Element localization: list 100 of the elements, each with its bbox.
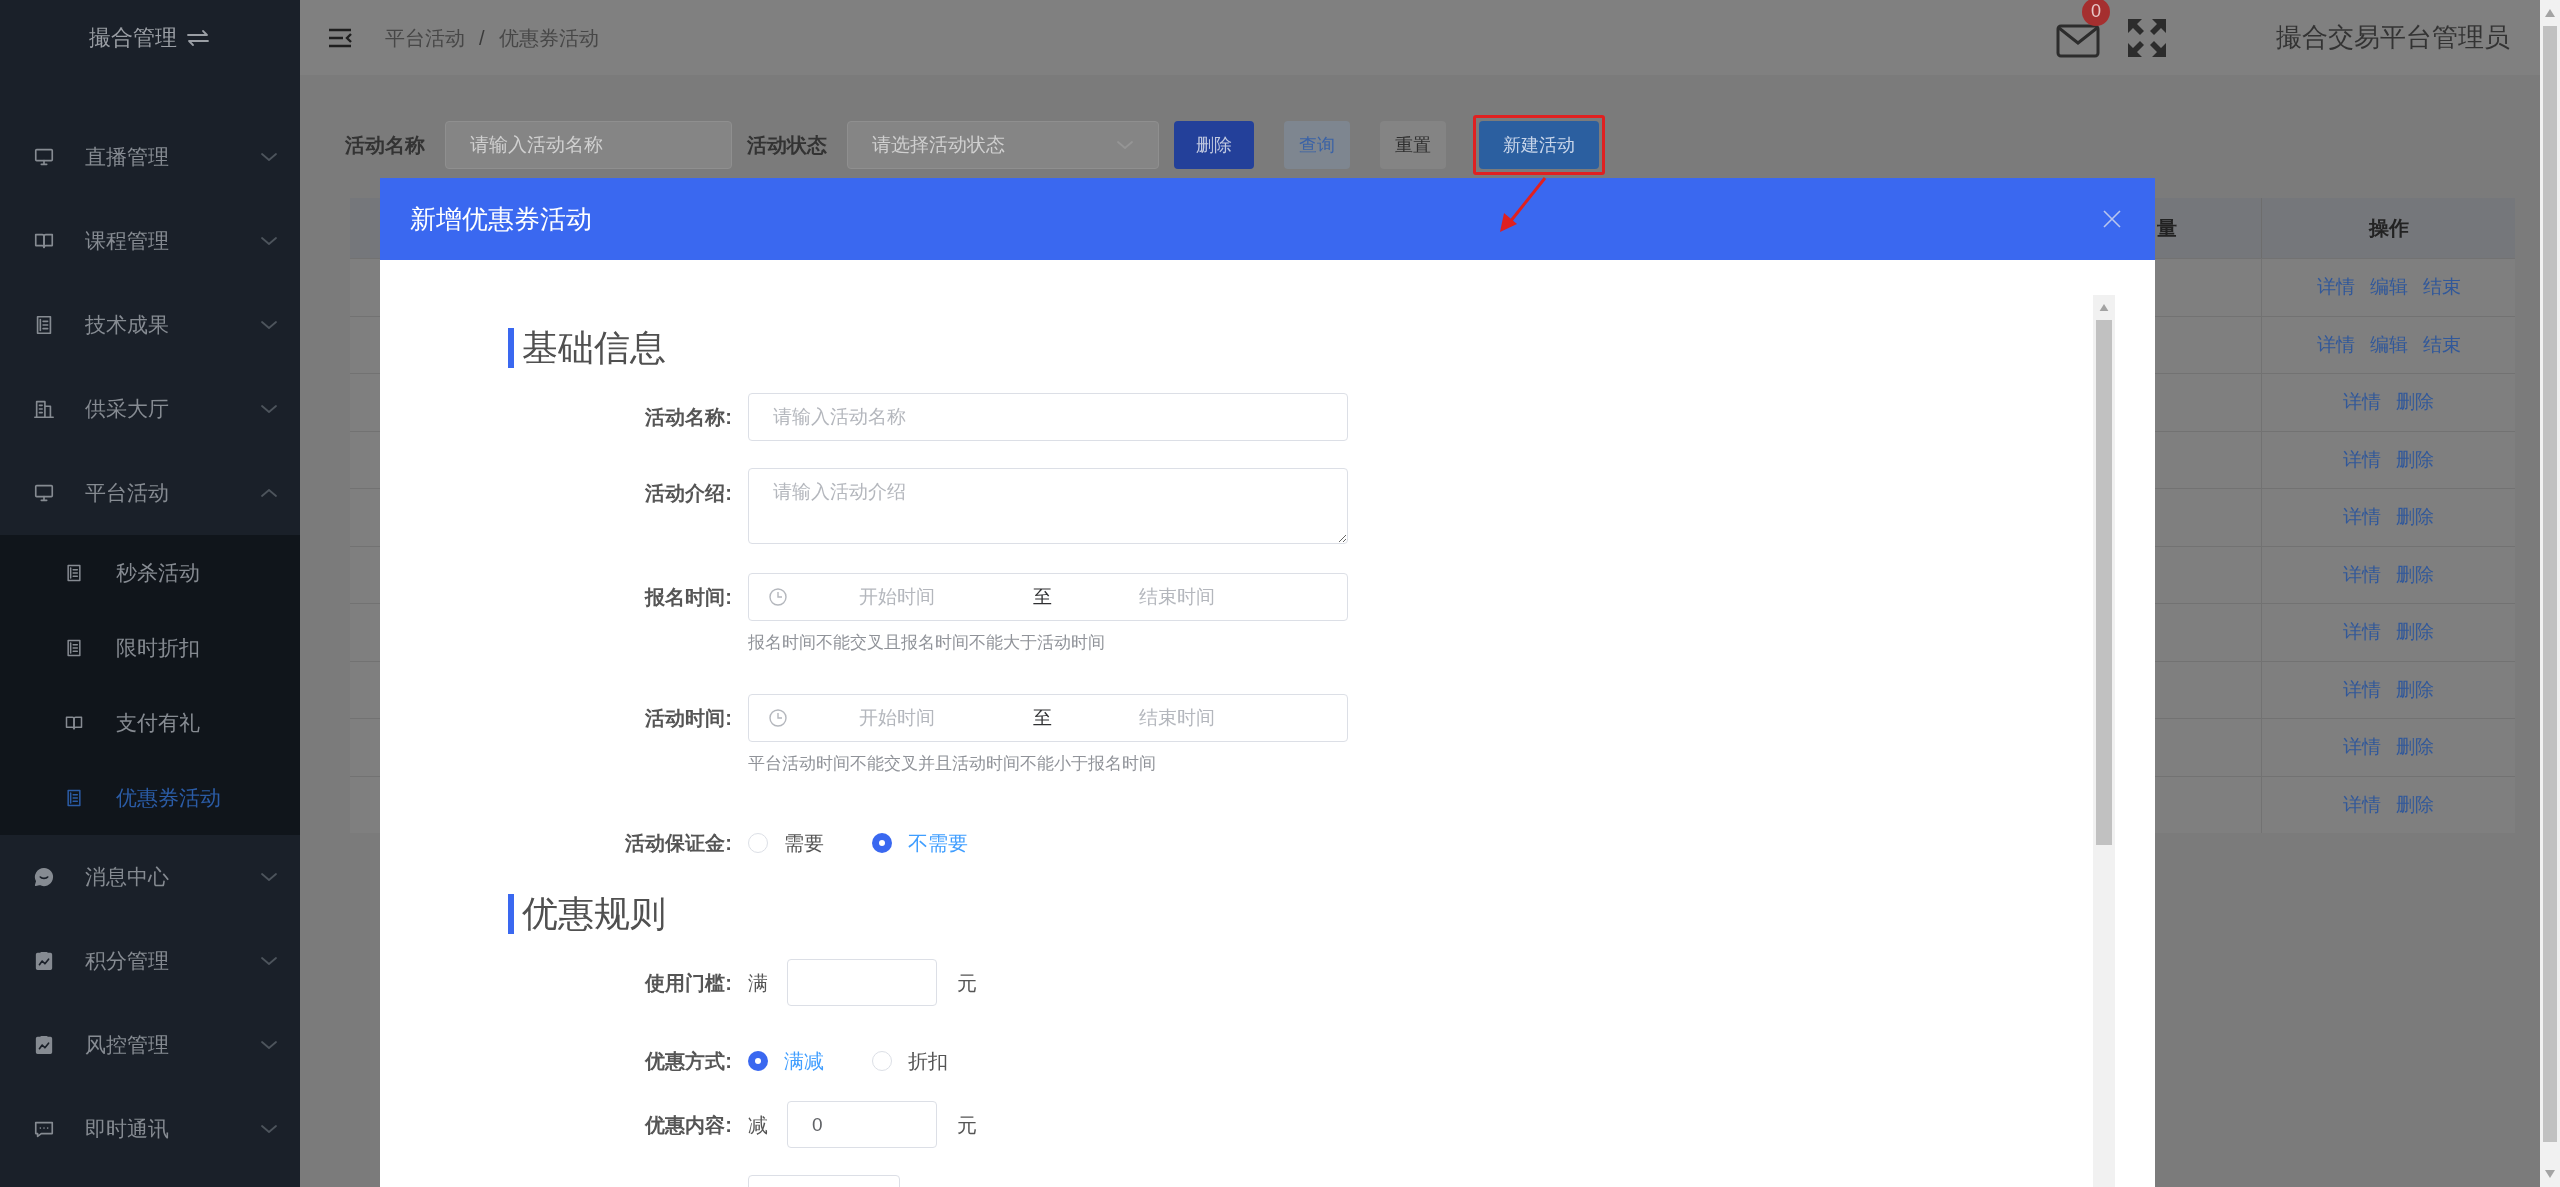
amount-input[interactable]: 0 [787, 1101, 937, 1148]
document-icon [64, 637, 84, 658]
field-label: 活动名称: [645, 405, 732, 430]
field-label: 使用门槛: [645, 970, 732, 996]
filter-label: 活动名称 [345, 133, 425, 158]
page-scrollbar[interactable] [2540, 0, 2560, 1187]
scroll-down-icon[interactable] [2545, 1170, 2555, 1178]
row-action-link[interactable]: 删除 [2396, 503, 2434, 532]
field-label: 活动时间: [645, 706, 732, 731]
menu-icon[interactable] [327, 26, 353, 49]
row-action-link[interactable]: 详情 [2343, 388, 2381, 417]
fullscreen-icon[interactable] [2126, 16, 2168, 59]
amount-unit: 元 [957, 970, 977, 996]
row-action-link[interactable]: 详情 [2343, 733, 2381, 762]
row-action-link[interactable]: 删除 [2396, 675, 2434, 704]
chevron-icon [260, 1039, 278, 1051]
field-label: 活动保证金: [625, 831, 732, 856]
field-label: 优惠内容: [645, 1112, 732, 1138]
menu-group[interactable]: 平台活动 [0, 451, 300, 535]
row-action-link[interactable]: 详情 [2343, 618, 2381, 647]
row-action-link[interactable]: 结束 [2422, 273, 2461, 302]
chat-bubble-icon [33, 866, 55, 888]
submenu-item[interactable]: 秒杀活动 [0, 535, 300, 610]
menu-group[interactable]: 供采大厅 [0, 367, 300, 451]
name-input[interactable]: 请输入活动名称 [445, 121, 732, 169]
row-action-link[interactable]: 删除 [2396, 388, 2434, 417]
dialog-title: 新增优惠券活动 [410, 202, 592, 236]
submenu-item[interactable]: 限时折扣 [0, 610, 300, 685]
chevron-icon [260, 403, 278, 415]
field-label: 报名时间: [645, 585, 732, 610]
row-action-link[interactable]: 删除 [2396, 560, 2434, 589]
row-action-link[interactable]: 详情 [2343, 790, 2381, 819]
radio-option[interactable]: 需要 [748, 828, 872, 858]
scroll-thumb[interactable] [2096, 320, 2112, 845]
row-action-link[interactable]: 删除 [2396, 733, 2434, 762]
reset-button[interactable]: 重置 [1380, 121, 1446, 169]
row-action-link[interactable]: 编辑 [2369, 330, 2408, 359]
close-icon[interactable] [2103, 210, 2121, 228]
mail-icon [2056, 23, 2100, 58]
app-title: 撮合管理 [89, 24, 177, 52]
amount-prefix: 减 [748, 1112, 769, 1138]
user-name[interactable]: 撮合交易平台管理员 [2276, 18, 2510, 57]
amount-input[interactable] [787, 959, 937, 1006]
chevron-icon [260, 151, 278, 163]
row-action-link[interactable]: 详情 [2343, 675, 2381, 704]
clock-icon [769, 588, 787, 606]
breadcrumb-item[interactable]: 平台活动 [385, 22, 465, 53]
menu-group[interactable]: 技术成果 [0, 283, 300, 367]
status-select[interactable]: 请选择活动状态 [847, 121, 1159, 169]
row-action-link[interactable]: 详情 [2343, 560, 2381, 589]
row-action-link[interactable]: 结束 [2422, 330, 2461, 359]
mail-count-badge: 0 [2082, 0, 2110, 26]
section-title: 优惠规则 [508, 894, 666, 934]
submenu-item[interactable]: 支付有礼 [0, 685, 300, 760]
scroll-up-icon[interactable] [2099, 304, 2109, 311]
clipboard-icon [33, 1034, 55, 1056]
row-action-link[interactable]: 详情 [2343, 503, 2381, 532]
radio-option[interactable]: 不需要 [872, 828, 996, 858]
field-label: 优惠方式: [645, 1049, 732, 1074]
radio-option[interactable]: 折扣 [872, 1046, 996, 1076]
date-range-picker[interactable]: 开始时间 至 结束时间 [748, 694, 1348, 742]
chevron-icon [260, 955, 278, 967]
annotation-arrow [1500, 177, 1547, 232]
row-action-link[interactable]: 删除 [2396, 618, 2434, 647]
menu-group[interactable]: 即时通讯 [0, 1087, 300, 1171]
row-action-link[interactable]: 详情 [2316, 330, 2355, 359]
amount-unit: 元 [957, 1112, 977, 1138]
menu-group[interactable]: 消息中心 [0, 835, 300, 919]
scroll-up-icon[interactable] [2545, 9, 2555, 17]
monitor-icon [33, 482, 55, 504]
row-action-link[interactable]: 详情 [2343, 445, 2381, 474]
chevron-icon [260, 871, 278, 883]
menu-group[interactable]: 积分管理 [0, 919, 300, 1003]
row-action-link[interactable]: 编辑 [2369, 273, 2408, 302]
hint-text: 平台活动时间不能交叉并且活动时间不能小于报名时间 [748, 753, 1156, 776]
filter-label: 活动状态 [747, 133, 827, 158]
textarea-field[interactable]: 请输入活动介绍 [748, 468, 1348, 544]
row-action-link[interactable]: 删除 [2396, 790, 2434, 819]
row-action-link[interactable]: 删除 [2396, 445, 2434, 474]
text-input[interactable]: 请输入活动名称 [748, 393, 1348, 441]
monitor-icon [33, 146, 55, 168]
column-header: 量 [2156, 216, 2177, 241]
menu-group[interactable]: 风控管理 [0, 1003, 300, 1087]
column-header: 操作 [2368, 216, 2409, 241]
date-range-picker[interactable]: 开始时间 至 结束时间 [748, 573, 1348, 621]
delete-button[interactable]: 删除 [1174, 121, 1254, 169]
document-icon [64, 787, 84, 808]
search-button[interactable]: 查询 [1284, 121, 1350, 169]
breadcrumb-separator: / [479, 25, 485, 51]
menu-group[interactable]: 直播管理 [0, 115, 300, 199]
menu-group[interactable]: 课程管理 [0, 199, 300, 283]
submenu-item[interactable]: 优惠券活动 [0, 760, 300, 835]
breadcrumb-item: 优惠券活动 [498, 25, 599, 51]
amount-prefix: 满 [748, 970, 769, 996]
chevron-icon [260, 235, 278, 247]
radio-option[interactable]: 满减 [748, 1046, 872, 1076]
dialog-scrollbar[interactable] [2093, 295, 2115, 1187]
create-button[interactable]: 新建活动 [1479, 121, 1599, 169]
row-action-link[interactable]: 详情 [2316, 273, 2355, 302]
chevron-icon [260, 487, 278, 499]
